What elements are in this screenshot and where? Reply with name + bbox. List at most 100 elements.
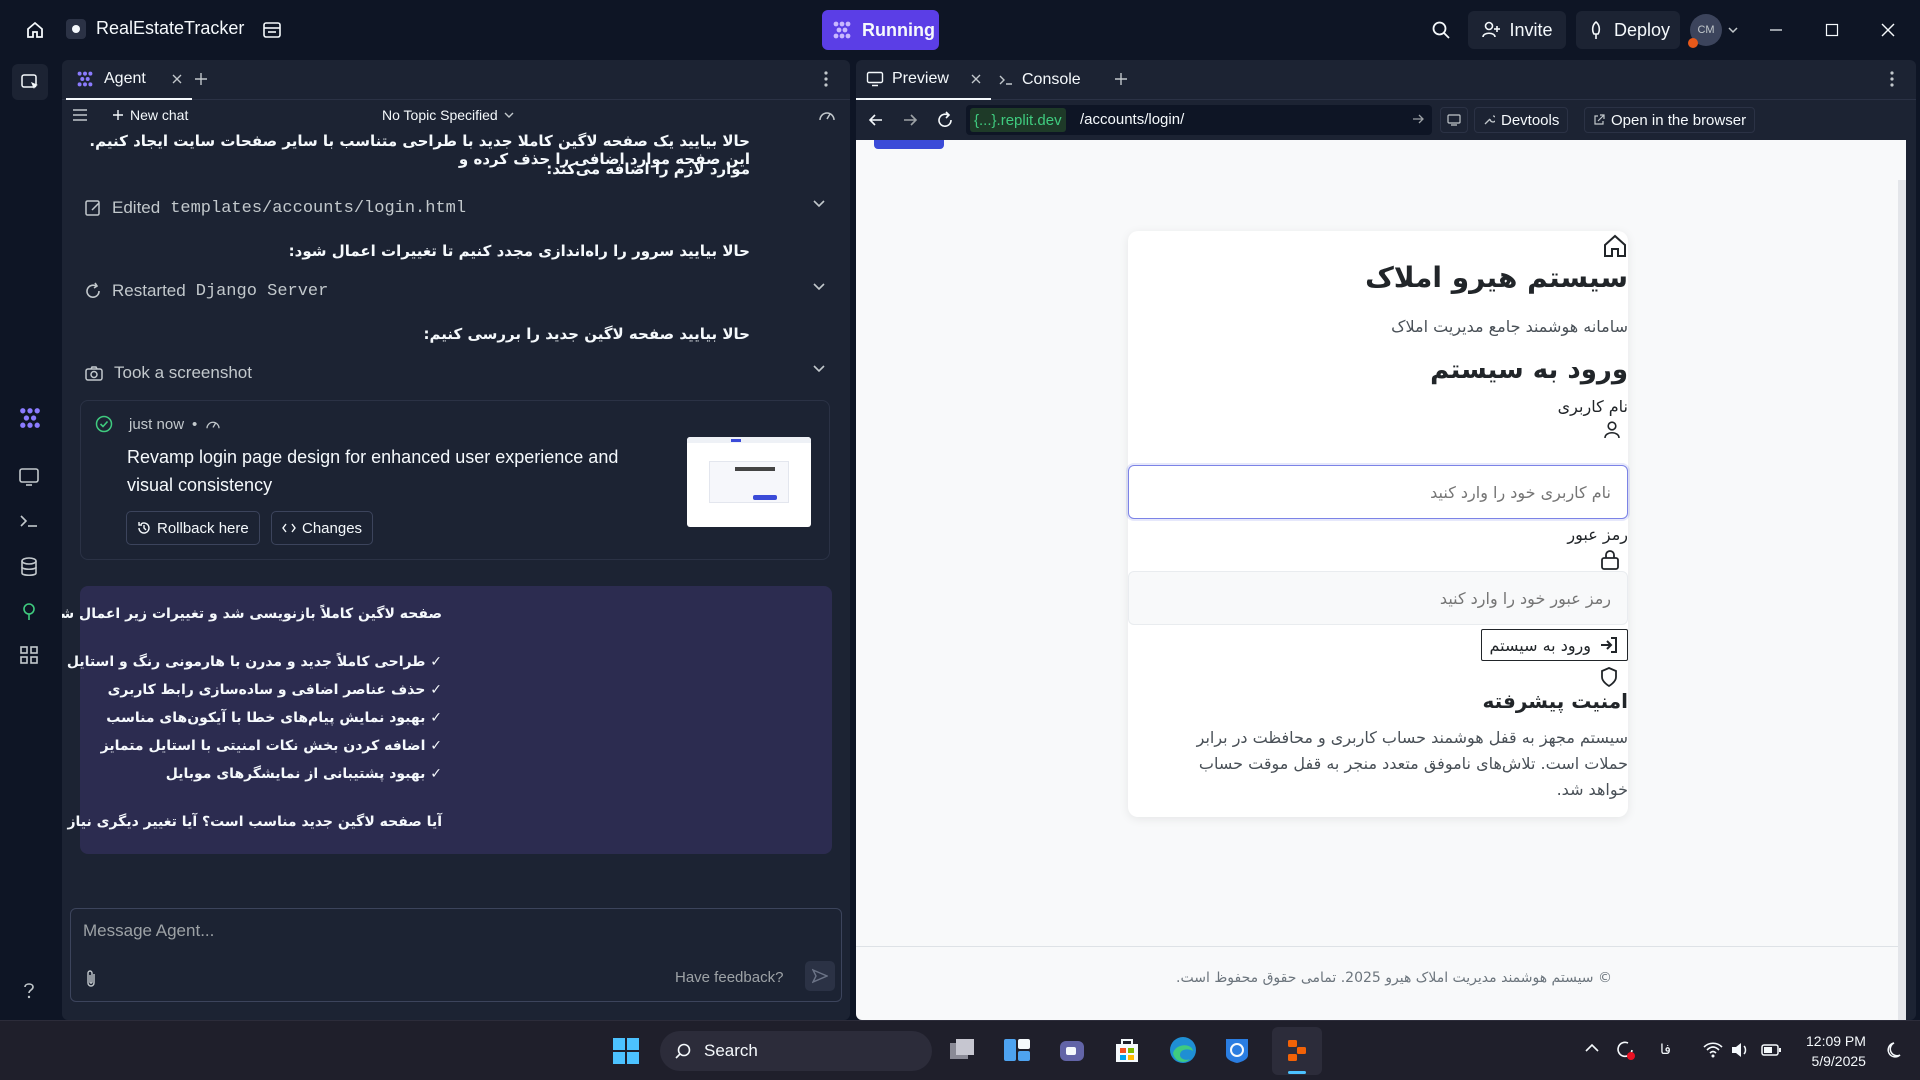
taskbar-search[interactable]: Search — [660, 1031, 932, 1071]
send-button[interactable] — [805, 961, 835, 991]
password-input[interactable] — [1128, 571, 1628, 625]
home-icon — [1602, 233, 1628, 259]
action-label: Took a screenshot — [114, 363, 252, 382]
forward-icon[interactable] — [902, 112, 918, 128]
edit-file-icon — [84, 199, 102, 217]
more-options-icon[interactable] — [824, 70, 828, 88]
wifi-icon[interactable] — [1702, 1041, 1724, 1059]
tab-agent-label: Agent — [104, 70, 146, 87]
minimize-icon[interactable] — [1758, 11, 1794, 49]
checkpoint-title-line: Revamp login page design for enhanced us… — [127, 447, 619, 467]
message-input[interactable]: Message Agent... — [83, 921, 214, 941]
home-icon[interactable] — [16, 11, 54, 49]
tab-console-label: Console — [1022, 71, 1081, 88]
open-browser-button[interactable]: Open in the browser — [1584, 107, 1756, 133]
login-submit-button[interactable]: ورود به سیستم — [1480, 629, 1628, 661]
notification-dot — [1688, 38, 1698, 48]
response-item: ✓ حذف عناصر اضافی و ساده‌سازی رابط کاربر… — [107, 682, 442, 698]
account-menu[interactable]: CM — [1688, 14, 1738, 48]
close-tab-icon[interactable] — [172, 74, 182, 84]
response-heading: صفحه لاگین کاملاً بازنویسی شد و تغییرات … — [62, 606, 442, 622]
maximize-icon[interactable] — [1814, 11, 1850, 49]
browser-icon[interactable] — [1222, 1035, 1252, 1065]
deployments-icon[interactable] — [18, 600, 42, 624]
terminal-icon — [998, 73, 1014, 87]
agent-message-line: حالا بیایید صفحه لاگین جدید را بررسی کنی… — [423, 325, 751, 343]
apps-grid-icon[interactable] — [18, 644, 42, 668]
login-title: ورود به سیستم — [1430, 355, 1628, 385]
deploy-label: Deploy — [1613, 19, 1671, 40]
footer-divider — [856, 946, 1898, 947]
agent-response-bubble: صفحه لاگین کاملاً بازنویسی شد و تغییرات … — [62, 586, 832, 854]
edge-icon[interactable] — [1168, 1035, 1198, 1065]
close-icon[interactable] — [1870, 11, 1906, 49]
widgets-icon[interactable] — [1002, 1037, 1032, 1063]
task-view-icon[interactable] — [948, 1037, 976, 1063]
project-icon — [66, 18, 86, 39]
changes-button[interactable]: Changes — [271, 511, 374, 545]
username-input[interactable] — [1128, 465, 1628, 519]
action-restarted-server[interactable]: Restarted Django Server — [84, 274, 836, 308]
attach-icon[interactable] — [83, 969, 99, 989]
search-icon[interactable] — [1422, 11, 1460, 49]
teams-icon[interactable] — [1058, 1037, 1088, 1065]
chevron-down-icon — [812, 282, 826, 292]
database-icon[interactable] — [18, 556, 42, 580]
new-chat-label: New chat — [130, 107, 189, 123]
tools-icon[interactable] — [12, 64, 48, 100]
tab-preview[interactable]: Preview — [856, 60, 991, 100]
files-icon[interactable] — [256, 11, 288, 49]
replit-app-icon[interactable] — [1272, 1027, 1322, 1075]
running-button[interactable]: Running — [822, 10, 939, 50]
battery-icon[interactable] — [1760, 1041, 1782, 1059]
agent-panel: Agent New chat No Topic Specified حالا ب… — [62, 60, 850, 1020]
feedback-link[interactable]: Have feedback? — [675, 969, 783, 986]
windows-start-icon[interactable] — [612, 1037, 640, 1065]
tab-console[interactable]: Console — [988, 60, 1091, 100]
chevron-down-icon — [1728, 26, 1738, 34]
volume-icon[interactable] — [1730, 1041, 1750, 1059]
domain-chip[interactable]: {...} .replit.dev — [970, 108, 1066, 132]
open-browser-label: Open in the browser — [1611, 111, 1747, 129]
rollback-button[interactable]: Rollback here — [126, 511, 260, 545]
preview-icon[interactable] — [18, 466, 42, 490]
devtools-button[interactable]: Devtools — [1474, 107, 1569, 133]
address-field[interactable]: {...} .replit.dev /accounts/login/ — [966, 105, 1432, 135]
deploy-button[interactable]: Deploy — [1576, 11, 1680, 49]
reload-icon[interactable] — [936, 111, 954, 129]
add-tab-icon[interactable] — [1114, 72, 1128, 86]
sync-icon[interactable] — [1614, 1039, 1636, 1061]
response-item: ✓ بهبود پشتیبانی از نمایشگرهای موبایل — [165, 766, 442, 782]
menu-icon[interactable] — [72, 108, 88, 122]
chevron-up-icon[interactable] — [1584, 1043, 1600, 1053]
store-icon[interactable] — [1112, 1035, 1142, 1065]
project-name: RealEstateTracker — [96, 18, 245, 38]
action-screenshot[interactable]: Took a screenshot — [84, 356, 836, 390]
shell-icon[interactable] — [18, 510, 42, 534]
more-options-icon[interactable] — [1890, 70, 1894, 88]
checkpoint-title-line: visual consistency — [127, 475, 273, 495]
tab-agent[interactable]: Agent — [66, 60, 192, 100]
speed-gauge-icon[interactable] — [818, 108, 836, 122]
action-edited-file[interactable]: Edited templates/accounts/login.html — [84, 191, 836, 225]
topic-selector[interactable]: No Topic Specified — [382, 107, 514, 123]
invite-button[interactable]: Invite — [1468, 11, 1566, 49]
system-clock[interactable]: 12:09 PM 5/9/2025 — [1806, 1031, 1866, 1071]
close-tab-icon[interactable] — [971, 74, 981, 84]
new-chat-button[interactable]: New chat — [112, 107, 188, 123]
device-toggle-icon[interactable] — [1440, 107, 1468, 133]
help-icon[interactable] — [18, 980, 42, 1004]
add-tab-icon[interactable] — [194, 72, 208, 86]
screenshot-thumbnail[interactable] — [687, 437, 811, 527]
scrollbar[interactable] — [1898, 180, 1906, 1020]
notifications-icon[interactable] — [1884, 1041, 1902, 1061]
back-icon[interactable] — [868, 112, 884, 128]
preview-tab-bar: Preview Console — [856, 60, 1916, 100]
sign-in-icon — [1599, 635, 1619, 655]
agent-icon[interactable] — [18, 406, 42, 430]
go-arrow-icon[interactable] — [1412, 113, 1424, 125]
agent-logo-icon — [76, 70, 94, 88]
security-text: سیستم مجهز به قفل هوشمند حساب کاربری و م… — [1197, 725, 1628, 803]
project-switcher[interactable]: RealEstateTracker — [66, 18, 244, 39]
input-language[interactable]: فا — [1660, 1041, 1671, 1058]
